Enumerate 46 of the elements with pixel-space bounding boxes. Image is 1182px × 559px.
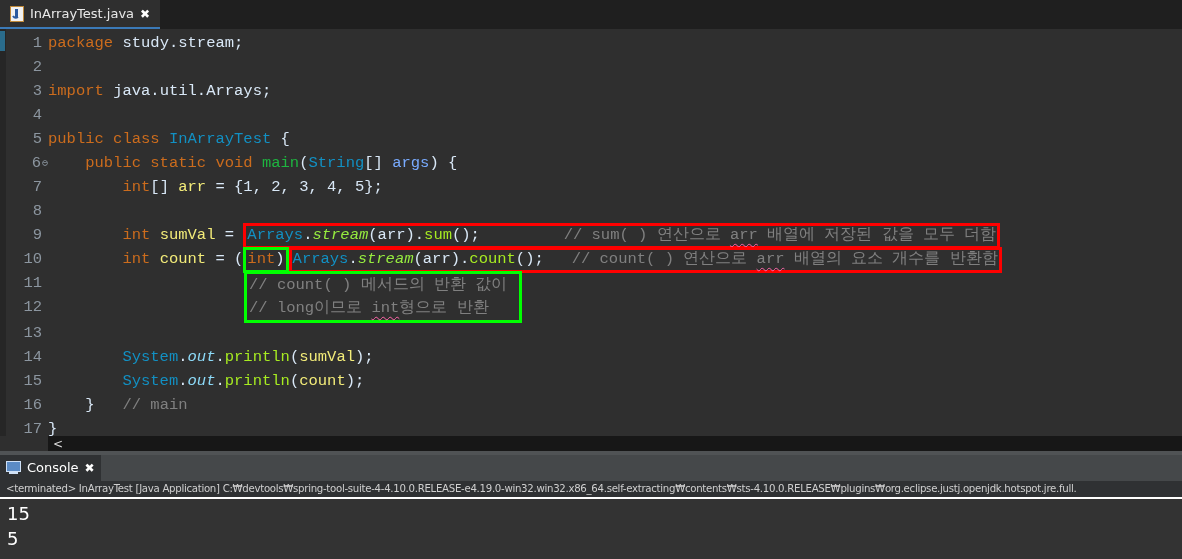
fold-toggle[interactable]: ⊖ bbox=[41, 159, 48, 169]
code-text: // count( ) 메서드의 반환 값이 bbox=[249, 274, 508, 296]
line-number: 2 bbox=[32, 57, 42, 79]
console-output-line: 5 bbox=[7, 527, 19, 551]
code-text: import java.util.Arrays; bbox=[48, 81, 272, 103]
console-output-line: 15 bbox=[7, 502, 30, 526]
code-text: Arrays.stream(arr).sum(); // sum( ) 연산으로 arr 배열에 저장된 값을 모두 더함 bbox=[247, 225, 997, 247]
code-text: int) bbox=[247, 249, 285, 271]
line-number: 15 bbox=[23, 371, 42, 393]
line-number: 9 bbox=[32, 225, 42, 247]
overview-marker bbox=[0, 31, 5, 51]
tab-title: Console bbox=[27, 459, 79, 478]
code-text: public static void main(String[] args) { bbox=[84, 153, 458, 175]
line-number: 7 bbox=[32, 177, 42, 199]
line-number: 3 bbox=[32, 81, 42, 103]
code-text: public class InArrayTest { bbox=[48, 129, 290, 151]
code-text: package study.stream; bbox=[48, 33, 244, 55]
line-number: 4 bbox=[32, 105, 42, 127]
line-number: 1 bbox=[32, 33, 42, 55]
console-icon bbox=[6, 461, 21, 475]
java-file-icon bbox=[10, 5, 24, 22]
line-number: 6 bbox=[31, 153, 41, 175]
line-number: 8 bbox=[32, 201, 42, 223]
line-number: 5 bbox=[32, 129, 42, 151]
tab-title: InArrayTest.java bbox=[30, 4, 135, 23]
code-text: Arrays.stream(arr).count(); // count( ) 연산으로 arr 배열의 요소 개수를 반환함 bbox=[292, 249, 998, 271]
line-number: 13 bbox=[23, 323, 42, 345]
code-text: int[] arr = {1, 2, 3, 4, 5}; bbox=[121, 177, 383, 199]
code-text: } // main bbox=[84, 395, 188, 417]
line-number: 12 bbox=[23, 297, 42, 319]
line-number: 14 bbox=[23, 347, 42, 369]
horizontal-scrollbar[interactable]: < bbox=[48, 436, 1182, 451]
line-number: 16 bbox=[23, 395, 42, 417]
code-text: // long이므로 int형으로 반환 bbox=[249, 297, 489, 319]
code-text: System.out.println(count); bbox=[121, 371, 365, 393]
code-text: int sumVal = bbox=[121, 225, 236, 247]
close-icon[interactable]: ✖ bbox=[140, 4, 151, 23]
console-tab[interactable]: Console ✖ bbox=[0, 455, 101, 481]
line-number: 10 bbox=[23, 249, 42, 271]
editor-tab[interactable]: InArrayTest.java ✖ bbox=[0, 0, 161, 29]
line-number: 11 bbox=[23, 273, 42, 295]
code-text: System.out.println(sumVal); bbox=[121, 347, 374, 369]
console-status: <terminated> InArrayTest [Java Application] C:₩devtools₩spring-tool-suite-4-4.10.0.RELEASE-e4.19.0-win32.win32.x86_64.self-extracting₩contents₩sts-4.10.0.RELEASE₩plugins₩org.eclipse.justj.openjdk.hotspot.jre.full. bbox=[5, 482, 1077, 497]
line-number: 17 bbox=[23, 419, 42, 441]
code-text: int count = ( bbox=[121, 249, 244, 271]
close-icon[interactable]: ✖ bbox=[84, 459, 95, 477]
